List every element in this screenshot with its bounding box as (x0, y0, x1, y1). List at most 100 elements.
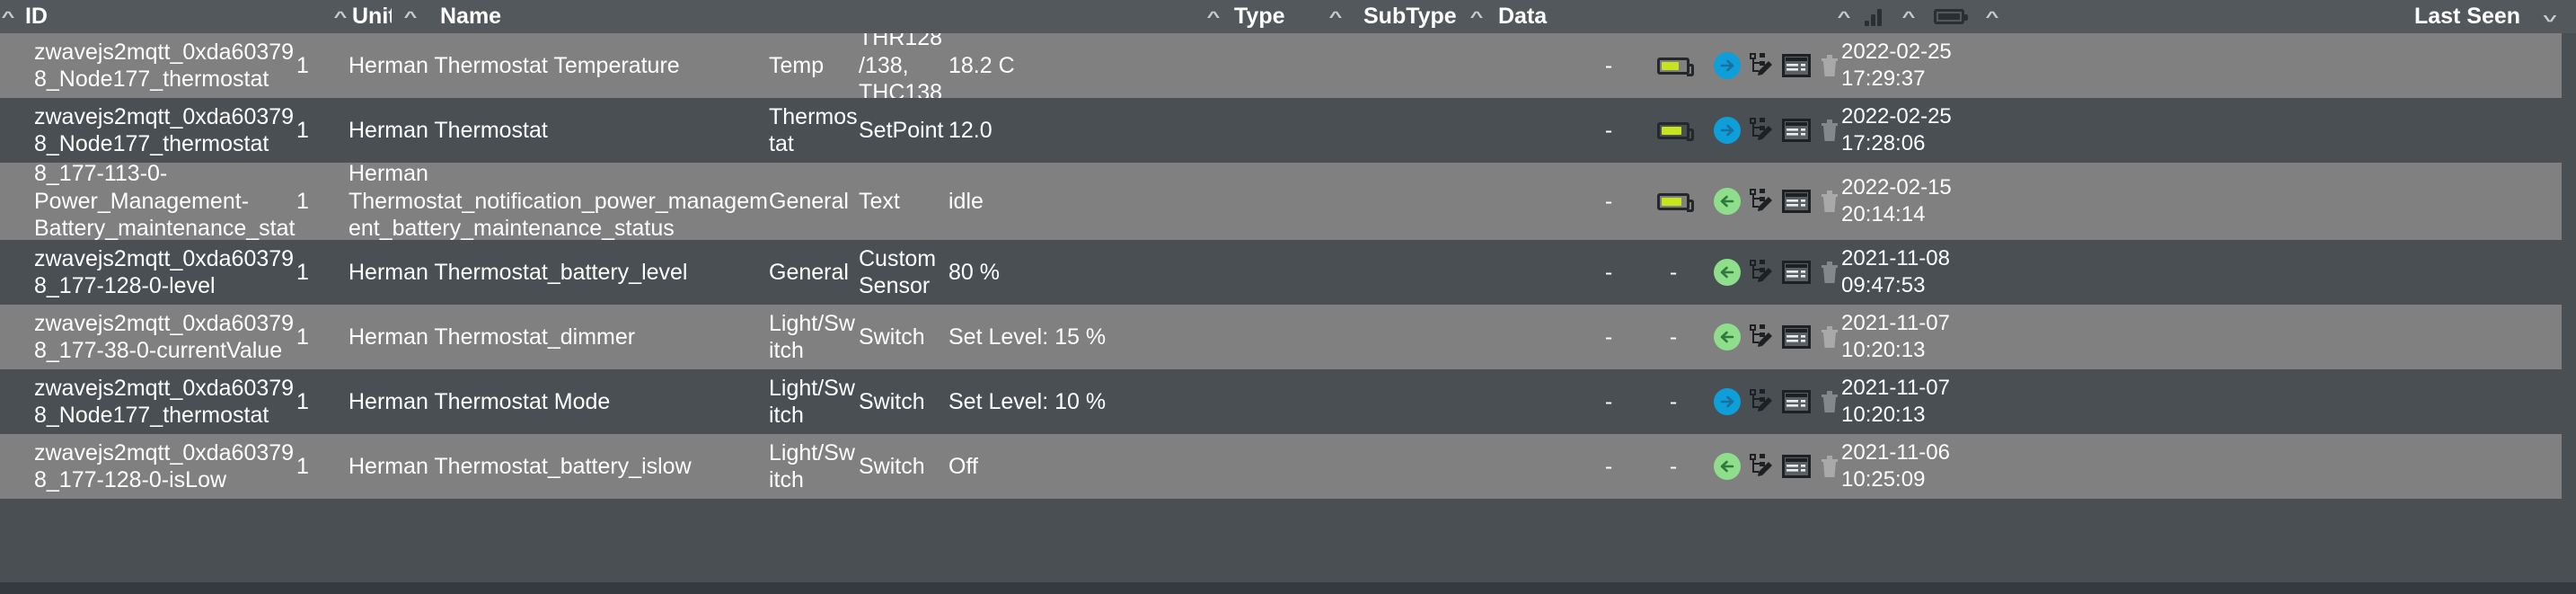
cell-last-seen: 2022-02-15 20:14:14 (1841, 163, 1958, 240)
cell-id[interactable]: zwavejs2mqtt_0xda603798_177-128-0-isLow (0, 434, 296, 499)
cell-id[interactable]: zwavejs2mqtt_0xda603798_Node177_thermost… (0, 98, 296, 163)
cell-type-text: Light/Switch (769, 310, 855, 364)
sort-asc-icon-signal[interactable]: ^ (1832, 9, 1852, 24)
column-header-signal[interactable] (1852, 0, 1893, 33)
panel-icon[interactable] (1782, 54, 1811, 77)
column-header-lastseen-sort[interactable]: ^ (1974, 0, 2010, 33)
sort-asc-icon-lastseen[interactable]: ^ (1981, 9, 2005, 24)
edit-node-icon[interactable] (1749, 259, 1774, 286)
cell-subtype-text: Switch (859, 324, 925, 350)
column-header-battery[interactable] (1924, 0, 1974, 33)
column-header-signal-sort[interactable]: ^ (1683, 0, 1852, 33)
edit-node-icon[interactable] (1749, 453, 1774, 480)
column-header-type[interactable]: Type (1222, 0, 1311, 33)
edit-node-icon[interactable] (1749, 188, 1774, 215)
sort-asc-icon-subtype[interactable]: ^ (1324, 9, 1348, 24)
delete-icon[interactable] (1819, 260, 1840, 285)
sort-asc-icon-name[interactable]: ^ (399, 9, 423, 24)
sort-asc-icon-battery[interactable]: ^ (1897, 9, 1921, 24)
cell-id[interactable]: zwavejs2mqtt_0xda603798_177-38-0-current… (0, 305, 296, 369)
cell-id[interactable]: zwavejs2mqtt_0xda603798_Node177_thermost… (0, 33, 296, 98)
arrow-right-icon[interactable] (1714, 117, 1741, 144)
sort-asc-icon-type[interactable]: ^ (1202, 9, 1222, 24)
edit-node-icon[interactable] (1749, 324, 1774, 350)
cell-name[interactable]: Herman Thermostat (348, 98, 769, 163)
cell-unit: 1 (296, 33, 348, 98)
edit-node-icon[interactable] (1749, 117, 1774, 144)
cell-last-seen-text: 2021-11-06 10:25:09 (1841, 440, 1950, 492)
delete-icon[interactable] (1819, 389, 1840, 414)
table-row[interactable]: zwavejs2mqtt_0xda603798_177-128-0-isLow 1… (0, 434, 2576, 499)
delete-icon[interactable] (1819, 189, 1840, 214)
cell-id[interactable]: zwavejs2mqtt_0xda603798_177-128-0-level (0, 240, 296, 305)
sort-desc-icon-lastseen[interactable]: ^ (2537, 8, 2563, 25)
table-row[interactable]: zwavejs2mqtt_0xda603798_177-128-0-level 1… (0, 240, 2576, 305)
cell-data-text: 80 % (948, 259, 1000, 285)
column-header-battery-sort[interactable]: ^ (1893, 0, 1924, 33)
table-row[interactable]: zwavejs2mqtt_0xda603798_177-113-0-Power_… (0, 163, 2576, 240)
column-header-unit[interactable]: Unit (348, 0, 392, 33)
column-header-unit-label: Unit (352, 4, 392, 29)
cell-actions (1707, 240, 1841, 305)
edit-node-icon[interactable] (1749, 388, 1774, 415)
column-header-data-sort[interactable]: ^ (1459, 0, 1495, 33)
cell-signal: - (1577, 434, 1640, 499)
table-row[interactable]: zwavejs2mqtt_0xda603798_Node177_thermost… (0, 33, 2576, 98)
sort-asc-icon-data[interactable]: ^ (1465, 9, 1489, 24)
column-header-name-sort[interactable]: ^ (392, 0, 429, 33)
panel-icon[interactable] (1782, 390, 1811, 413)
column-header-subtype[interactable]: SubType (1360, 0, 1459, 33)
column-header-name[interactable]: Name (440, 0, 869, 33)
arrow-right-icon[interactable] (1714, 52, 1741, 79)
table-row[interactable]: zwavejs2mqtt_0xda603798_177-38-0-current… (0, 305, 2576, 369)
cell-unit-text: 1 (296, 324, 309, 350)
cell-id-text: zwavejs2mqtt_0xda603798_Node177_thermost… (34, 39, 295, 93)
cell-name[interactable]: Herman Thermostat_dimmer (348, 305, 769, 369)
cell-name[interactable]: Herman Thermostat_notification_power_man… (348, 163, 769, 240)
column-header-lastseen[interactable]: Last Seen ^ (2010, 0, 2576, 33)
cell-signal-text: - (1604, 324, 1613, 350)
table-row[interactable]: zwavejs2mqtt_0xda603798_Node177_thermost… (0, 98, 2576, 163)
cell-name[interactable]: Herman Thermostat Temperature (348, 33, 769, 98)
cell-id-text: zwavejs2mqtt_0xda603798_Node177_thermost… (34, 375, 295, 429)
cell-id[interactable]: zwavejs2mqtt_0xda603798_177-113-0-Power_… (0, 163, 296, 240)
cell-type-text: Light/Switch (769, 439, 855, 493)
panel-icon[interactable] (1782, 190, 1811, 213)
panel-icon[interactable] (1782, 325, 1811, 349)
delete-icon[interactable] (1819, 324, 1840, 350)
column-header-data[interactable]: Data (1495, 0, 1683, 33)
panel-icon[interactable] (1782, 119, 1811, 142)
panel-icon[interactable] (1782, 261, 1811, 284)
delete-icon[interactable] (1819, 454, 1840, 479)
cell-actions (1707, 163, 1841, 240)
column-header-subtype-sort[interactable]: ^ (1311, 0, 1360, 33)
cell-name[interactable]: Herman Thermostat_battery_islow (348, 434, 769, 499)
cell-data: Off (948, 434, 1577, 499)
arrow-left-icon[interactable] (1714, 324, 1741, 350)
delete-icon[interactable] (1819, 53, 1840, 78)
cell-type-text: Temp (769, 52, 825, 78)
column-header-id[interactable]: ^ ID (0, 0, 296, 33)
edit-node-icon[interactable] (1749, 52, 1774, 79)
arrow-left-icon[interactable] (1714, 259, 1741, 286)
arrow-left-icon[interactable] (1714, 453, 1741, 480)
panel-icon[interactable] (1782, 455, 1811, 478)
column-header-unit-sort[interactable]: ^ (296, 0, 348, 33)
cell-last-seen: 2021-11-06 10:25:09 (1841, 434, 1958, 499)
cell-type: General (769, 240, 859, 305)
column-header-type-sort[interactable]: ^ (869, 0, 1222, 33)
arrow-left-icon[interactable] (1714, 188, 1741, 215)
delete-icon[interactable] (1819, 118, 1840, 143)
column-header-lastseen-label: Last Seen (2413, 4, 2521, 29)
cell-id[interactable]: zwavejs2mqtt_0xda603798_Node177_thermost… (0, 369, 296, 434)
cell-name[interactable]: Herman Thermostat_battery_level (348, 240, 769, 305)
table-row[interactable]: zwavejs2mqtt_0xda603798_Node177_thermost… (0, 369, 2576, 434)
cell-name-text: Herman Thermostat_dimmer (348, 324, 636, 350)
cell-data: Set Level: 10 % (948, 369, 1577, 434)
sort-asc-icon-unit[interactable]: ^ (329, 9, 348, 24)
sort-asc-icon-id[interactable]: ^ (0, 9, 20, 24)
cell-last-seen: 2021-11-07 10:20:13 (1841, 305, 1958, 369)
arrow-right-icon[interactable] (1714, 388, 1741, 415)
cell-name[interactable]: Herman Thermostat Mode (348, 369, 769, 434)
cell-name-text: Herman Thermostat_battery_islow (348, 453, 692, 479)
